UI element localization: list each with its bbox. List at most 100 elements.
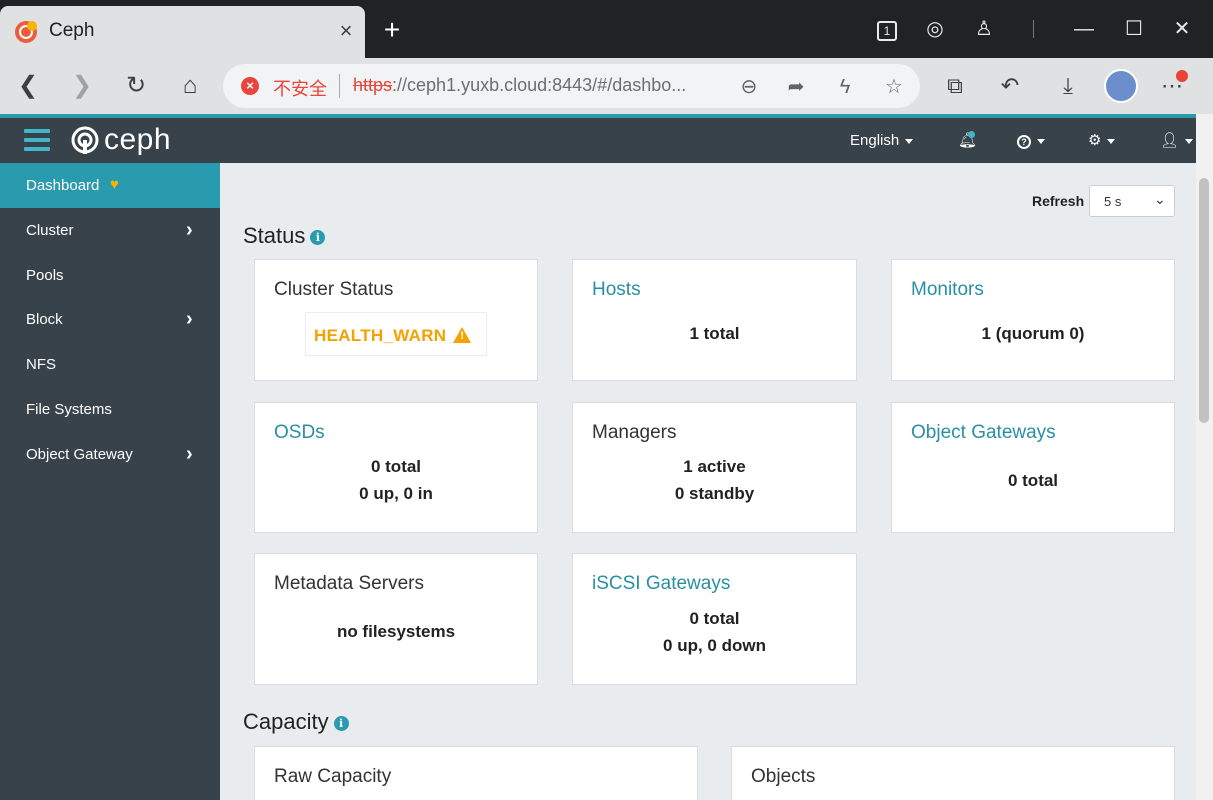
- managers-standby: 0 standby: [674, 484, 755, 503]
- monitors-value: 1 (quorum 0): [981, 324, 1085, 343]
- caret-down-icon: [1037, 138, 1045, 144]
- hamburger-menu-icon[interactable]: [24, 129, 50, 151]
- browser-toolbar: ❮ ❯ ↻ ⌂ × 不安全 https://ceph1.yuxb.cloud:8…: [0, 58, 1213, 114]
- user-icon: 👤︎: [1160, 132, 1180, 149]
- zoom-out-icon[interactable]: ⊖: [736, 74, 762, 100]
- reload-icon[interactable]: ↻: [121, 71, 151, 101]
- lightning-icon[interactable]: ϟ: [832, 74, 858, 100]
- address-bar[interactable]: × 不安全 https://ceph1.yuxb.cloud:8443/#/da…: [223, 64, 920, 108]
- chevron-right-icon: ›: [186, 219, 193, 241]
- sidebar-item-cluster[interactable]: Cluster ›: [0, 208, 220, 253]
- url-protocol: https: [353, 75, 393, 95]
- object-gateways-link[interactable]: Object Gateways: [911, 422, 1056, 444]
- card-managers: Managers 1 active 0 standby: [572, 402, 857, 533]
- ceph-favicon-icon: [15, 21, 37, 43]
- status-title-text: Status: [243, 223, 306, 248]
- browser-tab[interactable]: Ceph ×: [0, 6, 365, 58]
- hosts-link[interactable]: Hosts: [592, 279, 641, 301]
- metadata-servers-value: no filesystems: [336, 622, 456, 641]
- close-window-icon[interactable]: ✕: [1169, 16, 1195, 42]
- new-tab-button[interactable]: +: [378, 16, 406, 46]
- iscsi-gateways-link[interactable]: iSCSI Gateways: [592, 573, 730, 595]
- osds-link[interactable]: OSDs: [274, 422, 325, 444]
- ceph-dashboard-app: ceph English 🔔︎ ? ⚙ 👤︎ Dashboard ♥ Clust…: [0, 114, 1196, 800]
- undo-dropdown-icon[interactable]: ↶: [995, 71, 1025, 101]
- sidebar-item-label: Block: [26, 311, 63, 328]
- url-text[interactable]: https://ceph1.yuxb.cloud:8443/#/dashbo..…: [353, 75, 723, 96]
- card-title: Raw Capacity: [274, 766, 392, 787]
- heartbeat-icon: ♥: [110, 176, 119, 193]
- card-title: Cluster Status: [274, 279, 394, 300]
- card-cluster-status: Cluster Status HEALTH_WARN!: [254, 259, 538, 381]
- update-badge: [1176, 70, 1188, 82]
- card-hosts: Hosts 1 total: [572, 259, 857, 381]
- tab-count-icon[interactable]: 1: [874, 16, 900, 42]
- capacity-title-text: Capacity: [243, 709, 329, 734]
- home-icon[interactable]: ⌂: [175, 71, 205, 101]
- refresh-label: Refresh: [1032, 193, 1085, 209]
- help-dropdown[interactable]: ?: [1017, 130, 1045, 152]
- browser-tab-bar: Ceph × + 1 ◎ ♙ — ☐ ✕: [0, 0, 1213, 58]
- capacity-section-title: Capacity i: [243, 709, 349, 735]
- tab-count: 1: [877, 21, 897, 41]
- card-objects: Objects: [731, 746, 1175, 800]
- tab-close-button[interactable]: ×: [334, 17, 358, 45]
- tab-title: Ceph: [49, 20, 95, 41]
- card-monitors: Monitors 1 (quorum 0): [891, 259, 1175, 381]
- sidebar-item-dashboard[interactable]: Dashboard ♥: [0, 163, 220, 208]
- address-divider: [339, 74, 340, 98]
- share-icon[interactable]: ➦: [783, 74, 809, 100]
- info-icon[interactable]: i: [310, 229, 326, 245]
- health-status-badge[interactable]: HEALTH_WARN!: [305, 312, 487, 356]
- health-status-text: HEALTH_WARN: [314, 326, 447, 345]
- insecure-icon: ×: [241, 77, 259, 95]
- refresh-interval-select[interactable]: 5 s ⌄: [1089, 185, 1175, 217]
- sidebar-item-label: File Systems: [26, 401, 112, 418]
- sidebar-item-object-gateway[interactable]: Object Gateway ›: [0, 432, 220, 477]
- back-icon[interactable]: ❮: [13, 71, 43, 101]
- settings-dropdown[interactable]: ⚙: [1088, 130, 1116, 152]
- incognito-icon[interactable]: ◎: [922, 16, 948, 42]
- warning-icon: !: [453, 327, 472, 343]
- extensions-icon[interactable]: ⧉: [940, 71, 970, 101]
- url-rest: ://ceph1.yuxb.cloud:8443/#/dashbo...: [392, 75, 687, 95]
- monitors-link[interactable]: Monitors: [911, 279, 984, 301]
- minimize-icon[interactable]: —: [1071, 16, 1097, 42]
- iscsi-total: 0 total: [689, 609, 740, 628]
- gear-icon: ⚙: [1088, 132, 1102, 149]
- sidebar-item-label: NFS: [26, 356, 56, 373]
- language-label: English: [850, 132, 900, 149]
- bookmark-star-icon[interactable]: ☆: [881, 74, 907, 100]
- maximize-icon[interactable]: ☐: [1121, 16, 1147, 42]
- caret-down-icon: [1107, 138, 1116, 144]
- card-title: Objects: [751, 766, 816, 787]
- profile-avatar[interactable]: [1104, 69, 1138, 103]
- app-navbar: ceph English 🔔︎ ? ⚙ 👤︎: [0, 114, 1196, 163]
- card-metadata-servers: Metadata Servers no filesystems: [254, 553, 538, 685]
- card-title: Metadata Servers: [274, 573, 424, 594]
- language-selector[interactable]: English: [850, 132, 914, 149]
- sidebar-item-label: Cluster: [26, 222, 74, 239]
- object-gateways-value: 0 total: [1007, 471, 1059, 490]
- download-icon[interactable]: ⤓: [1053, 71, 1083, 101]
- forward-icon[interactable]: ❯: [67, 71, 97, 101]
- caret-down-icon: [905, 138, 914, 144]
- sidebar-item-label: Pools: [26, 267, 64, 284]
- iscsi-up-down: 0 up, 0 down: [663, 636, 766, 655]
- managers-active: 1 active: [683, 457, 746, 476]
- shirt-icon[interactable]: ♙: [971, 16, 997, 42]
- sidebar-item-block[interactable]: Block ›: [0, 297, 220, 342]
- chevron-right-icon: ›: [186, 308, 193, 330]
- user-dropdown[interactable]: 👤︎: [1160, 130, 1194, 152]
- chevron-right-icon: ›: [186, 443, 193, 465]
- ceph-logo-icon: [71, 126, 99, 154]
- sidebar-item-pools[interactable]: Pools: [0, 253, 220, 298]
- sidebar-item-file-systems[interactable]: File Systems: [0, 387, 220, 432]
- scrollbar-thumb[interactable]: [1199, 178, 1209, 423]
- sidebar-item-nfs[interactable]: NFS: [0, 342, 220, 387]
- sidebar-item-label: Dashboard: [26, 177, 100, 194]
- status-section-title: Status i: [243, 223, 326, 249]
- ceph-logo-text: ceph: [104, 123, 172, 156]
- page-scrollbar[interactable]: [1196, 114, 1213, 800]
- info-icon[interactable]: i: [333, 715, 349, 731]
